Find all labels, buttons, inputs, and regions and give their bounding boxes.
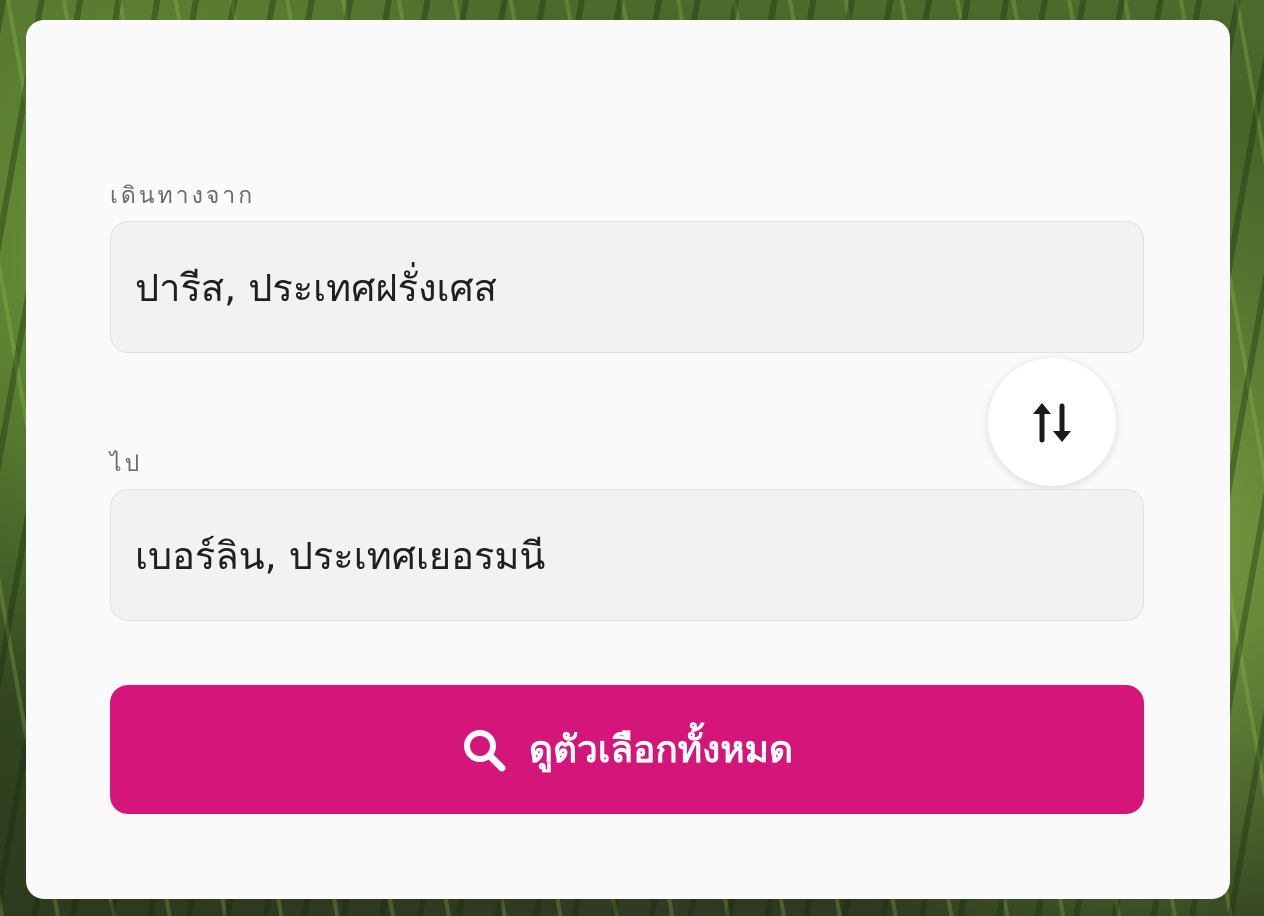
destination-value: เบอร์ลิน, ประเทศเยอรมนี	[135, 533, 546, 578]
swap-vertical-arrows-icon	[1033, 403, 1071, 443]
origin-input[interactable]: ปารีส, ประเทศฝรั่งเศส	[110, 221, 1144, 353]
search-icon	[461, 727, 507, 773]
destination-input[interactable]: เบอร์ลิน, ประเทศเยอรมนี	[110, 489, 1144, 621]
origin-value: ปารีส, ประเทศฝรั่งเศส	[135, 265, 497, 310]
origin-label: เดินทางจาก	[110, 183, 256, 209]
swap-button[interactable]	[988, 358, 1116, 486]
route-search-card: เดินทางจาก ปารีส, ประเทศฝรั่งเศส ไป เบอร…	[26, 20, 1230, 899]
view-all-options-button[interactable]: ดูตัวเลือกทั้งหมด	[110, 685, 1144, 814]
search-button-label: ดูตัวเลือกทั้งหมด	[528, 728, 794, 771]
destination-label: ไป	[110, 451, 143, 477]
